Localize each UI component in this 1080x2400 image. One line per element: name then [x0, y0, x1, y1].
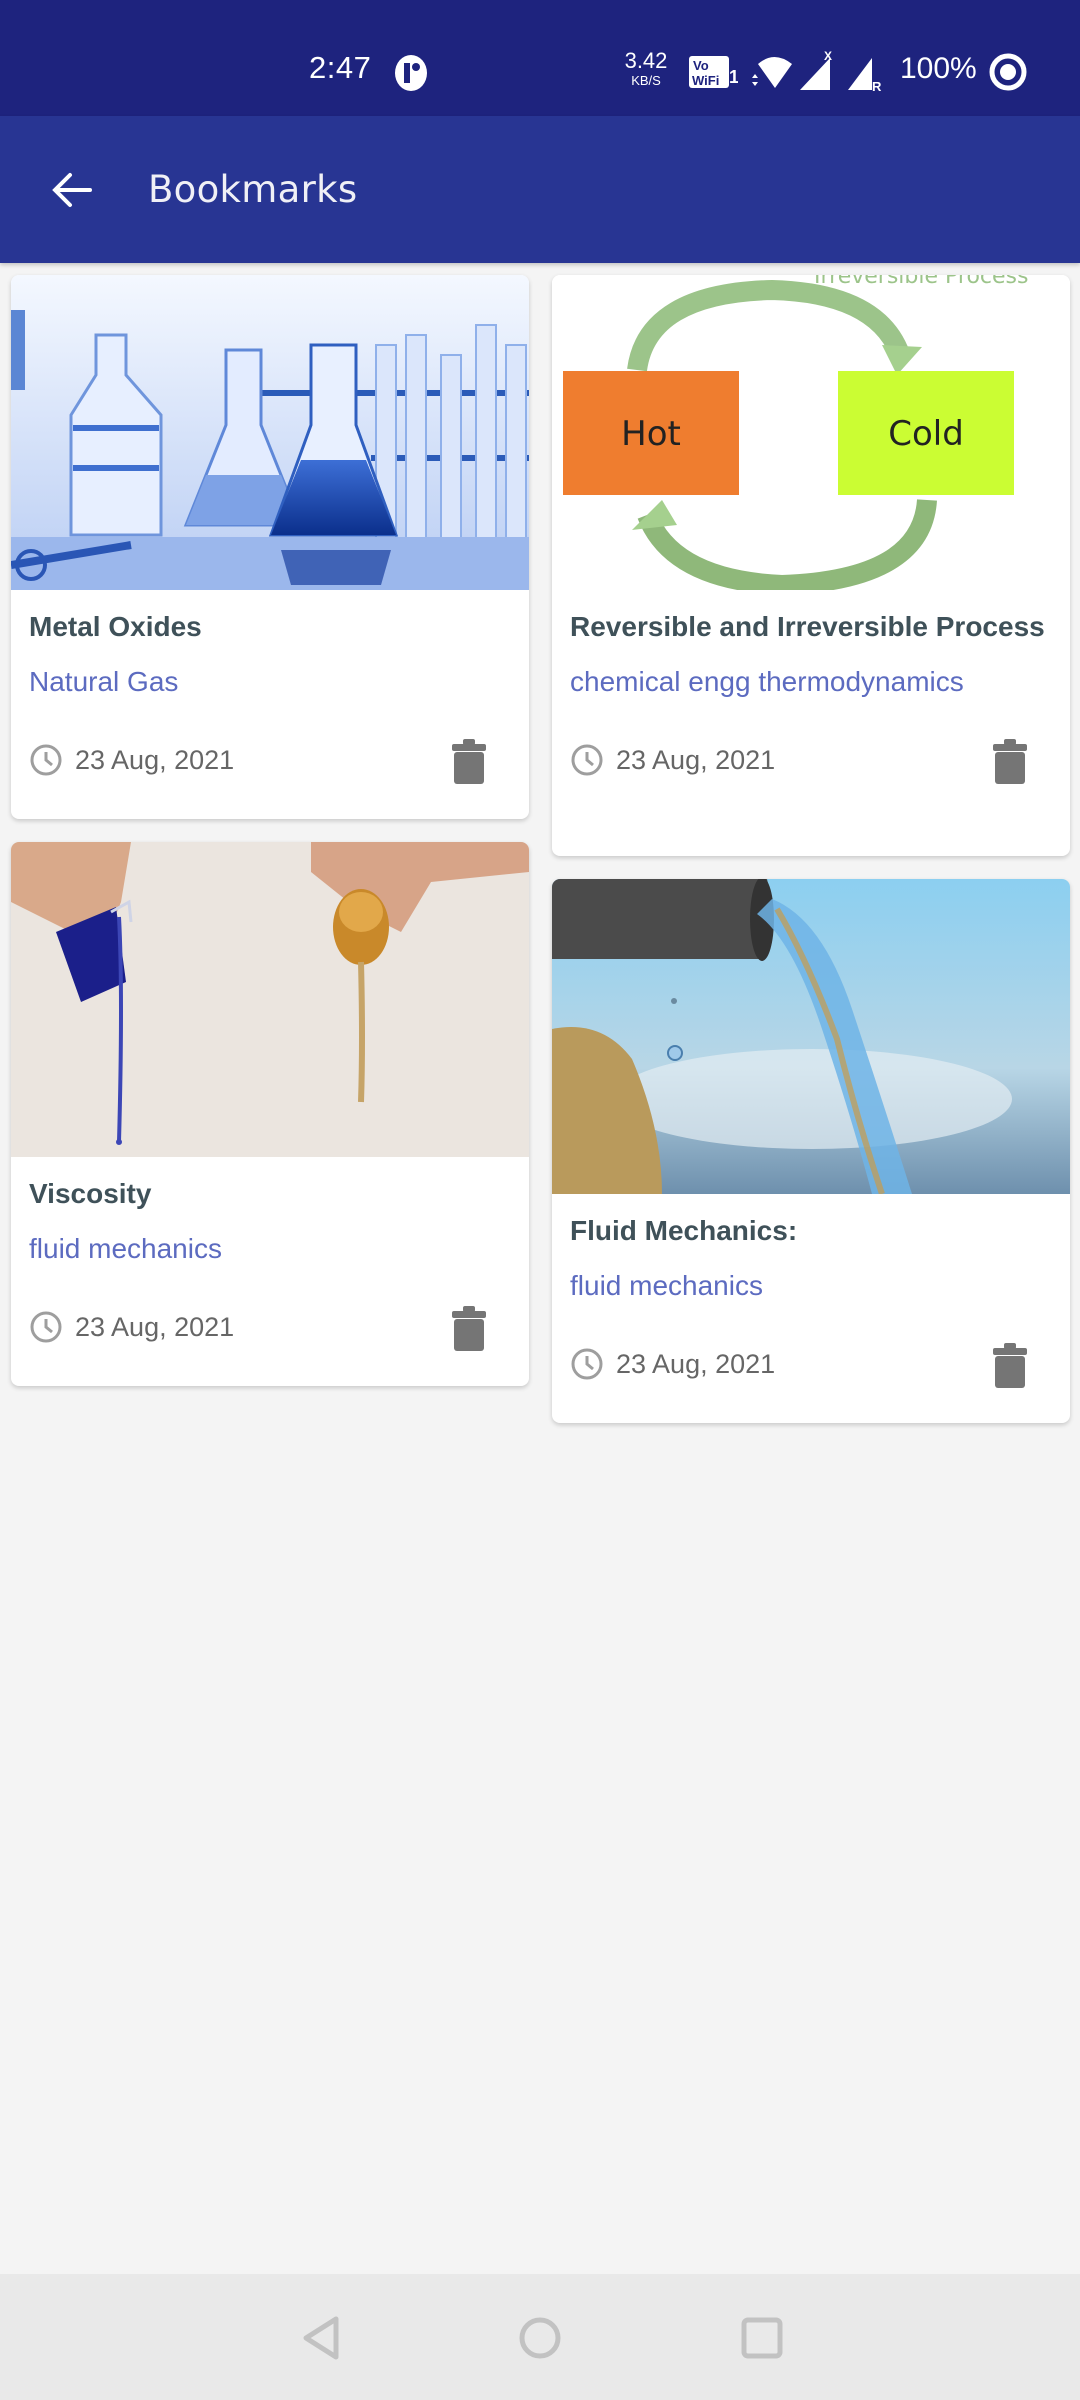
nav-recents-icon[interactable]	[738, 2314, 786, 2362]
bookmark-thumbnail	[11, 842, 529, 1157]
system-navigation-bar	[0, 2274, 1080, 2400]
battery-percentage: 100%	[900, 52, 977, 85]
signal-roaming-icon: R	[848, 58, 882, 92]
bookmark-category[interactable]: fluid mechanics	[29, 1232, 511, 1266]
diagram-hot-label: Hot	[621, 414, 681, 454]
bookmark-date: 23 Aug, 2021	[75, 744, 235, 775]
app-bar: Bookmarks	[0, 116, 1080, 263]
delete-icon[interactable]	[992, 1343, 1028, 1389]
back-button[interactable]	[46, 164, 98, 216]
bookmark-category[interactable]: chemical engg thermodynamics	[570, 665, 1052, 699]
nav-back-icon[interactable]	[296, 2314, 344, 2362]
svg-text:WiFi: WiFi	[692, 73, 719, 88]
bookmark-thumbnail	[11, 275, 529, 590]
battery-icon	[989, 53, 1027, 91]
bookmark-title: Reversible and Irreversible Process	[570, 611, 1045, 642]
page-title: Bookmarks	[148, 168, 358, 211]
bookmark-title: Metal Oxides	[29, 611, 202, 642]
delete-icon[interactable]	[992, 739, 1028, 785]
vowifi-icon: Vo WiFi 1	[689, 56, 738, 88]
bookmark-card[interactable]: Irreversible Process Hot Cold Reversible…	[552, 275, 1070, 856]
bookmark-date: 23 Aug, 2021	[616, 744, 776, 775]
svg-text:1: 1	[729, 67, 738, 87]
signal-strength-icon: X	[800, 50, 832, 90]
diagram-caption: Irreversible Process	[814, 275, 1028, 289]
clock-icon	[30, 744, 62, 776]
notification-app-icon	[395, 55, 427, 91]
clock-icon	[571, 744, 603, 776]
bookmark-title: Viscosity	[29, 1178, 152, 1209]
status-time: 2:47	[309, 50, 372, 85]
bookmark-thumbnail: Irreversible Process Hot Cold	[552, 275, 1070, 590]
wifi-icon	[752, 57, 792, 88]
clock-icon	[30, 1311, 62, 1343]
network-speed: 3.42 KB/S	[624, 48, 668, 88]
diagram-cold-label: Cold	[888, 414, 964, 454]
delete-icon[interactable]	[451, 1306, 487, 1352]
svg-text:R: R	[872, 79, 882, 92]
svg-text:X: X	[824, 50, 832, 63]
bookmark-date: 23 Aug, 2021	[75, 1311, 235, 1342]
arrow-left-icon	[52, 173, 92, 207]
bookmark-title: Fluid Mechanics:	[570, 1215, 798, 1246]
delete-icon[interactable]	[451, 739, 487, 785]
bookmark-category[interactable]: Natural Gas	[29, 665, 511, 699]
bookmark-card[interactable]: Metal Oxides Natural Gas 23 Aug, 2021	[11, 275, 529, 819]
bookmark-date: 23 Aug, 2021	[616, 1348, 776, 1379]
nav-home-icon[interactable]	[516, 2314, 564, 2362]
bookmark-category[interactable]: fluid mechanics	[570, 1269, 1052, 1303]
clock-icon	[571, 1348, 603, 1380]
bookmark-card[interactable]: Viscosity fluid mechanics 23 Aug, 2021	[11, 842, 529, 1386]
bookmark-thumbnail	[552, 879, 1070, 1194]
svg-text:Vo: Vo	[693, 58, 709, 73]
status-bar: 2:47 3.42 KB/S Vo WiFi 1 X R 100%	[0, 0, 1080, 116]
bookmark-card[interactable]: Fluid Mechanics: fluid mechanics 23 Aug,…	[552, 879, 1070, 1423]
